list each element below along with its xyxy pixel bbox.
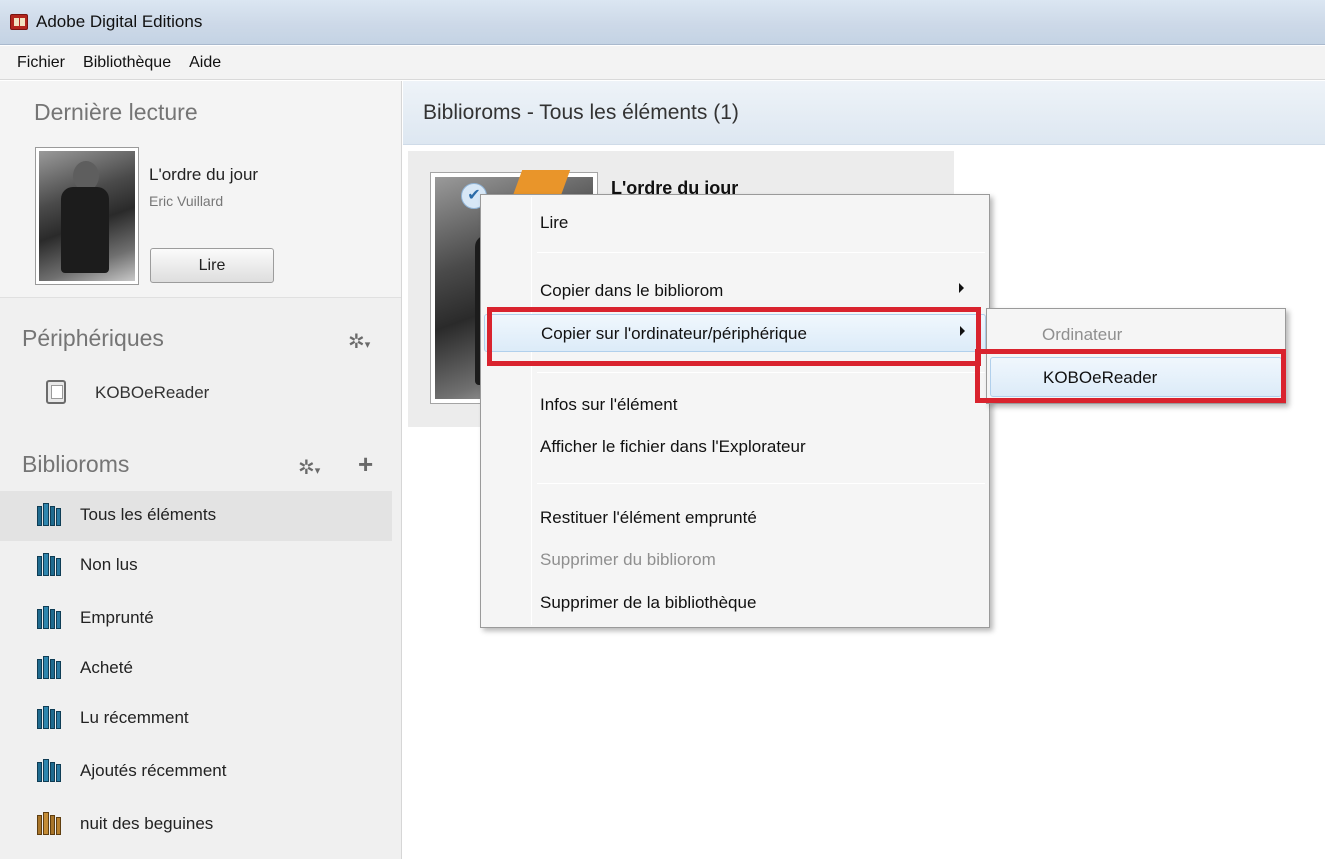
last-read-book-title: L'ordre du jour — [149, 165, 259, 184]
last-read-heading: Dernière lecture — [34, 99, 198, 125]
bookshelf-label: Acheté — [80, 658, 133, 677]
menu-item-copy-to-shelf[interactable]: Copier dans le bibliorom — [484, 272, 986, 310]
bookshelf-label: Tous les éléments — [80, 505, 217, 524]
sidebar: Dernière lecture L'ordre du jour Eric Vu… — [0, 81, 402, 859]
bookshelf-label: Emprunté — [80, 608, 154, 627]
last-read-book-author: Eric Vuillard — [149, 193, 224, 209]
bookshelf-item-non-lus[interactable]: Non lus — [0, 541, 392, 591]
menu-bibliotheque[interactable]: Bibliothèque — [74, 50, 180, 76]
menu-separator — [537, 483, 985, 484]
bookshelf-icon — [37, 606, 61, 629]
menu-item-return-borrowed[interactable]: Restituer l'élément emprunté — [484, 499, 986, 537]
bookshelf-item-ajoutes-recemment[interactable]: Ajoutés récemment — [0, 747, 392, 797]
bookshelf-brown-icon — [37, 812, 61, 835]
highlight-koboereader — [975, 349, 1286, 403]
bookshelf-label: nuit des beguines — [80, 814, 214, 833]
bookshelf-item-tous-les-elements[interactable]: Tous les éléments — [0, 491, 392, 541]
devices-heading: Périphériques — [22, 325, 164, 351]
bookshelves-gear-icon[interactable]: ✲▾ — [298, 455, 320, 480]
menu-separator — [537, 372, 985, 373]
bookshelf-item-emprunte[interactable]: Emprunté — [0, 594, 392, 644]
tablet-icon — [46, 380, 66, 404]
bookshelf-label: Non lus — [80, 555, 138, 574]
menu-aide[interactable]: Aide — [180, 50, 230, 76]
bookshelf-item-achete[interactable]: Acheté — [0, 644, 392, 694]
adobe-digital-editions-icon — [10, 14, 28, 30]
devices-gear-icon[interactable]: ✲▾ — [348, 329, 370, 354]
bookshelf-label: Lu récemment — [80, 708, 189, 727]
book-cover-image — [39, 151, 135, 281]
bookshelf-icon — [37, 759, 61, 782]
menu-item-remove-from-shelf: Supprimer du bibliorom — [540, 550, 716, 569]
menu-bar: Fichier Bibliothèque Aide — [0, 46, 1325, 80]
last-read-cover[interactable] — [35, 147, 139, 285]
bookshelf-icon — [37, 503, 61, 526]
bookshelf-label: Ajoutés récemment — [80, 761, 227, 780]
highlight-copy-to-device — [487, 307, 981, 366]
bookshelf-icon — [37, 553, 61, 576]
menu-fichier[interactable]: Fichier — [8, 50, 74, 76]
menu-item-show-in-explorer[interactable]: Afficher le fichier dans l'Explorateur — [484, 428, 986, 466]
bookshelves-heading: Biblioroms — [22, 451, 130, 477]
bookshelf-item-nuit-des-beguines[interactable]: nuit des beguines — [0, 800, 392, 850]
page-title: Biblioroms - Tous les éléments (1) — [423, 101, 739, 124]
menu-item-read[interactable]: Lire — [484, 204, 986, 242]
context-menu: Lire Copier dans le bibliorom Copier sur… — [480, 194, 990, 628]
window-title: Adobe Digital Editions — [36, 12, 203, 31]
bookshelf-icon — [37, 706, 61, 729]
bookshelf-item-lu-recemment[interactable]: Lu récemment — [0, 694, 392, 744]
menu-item-item-info[interactable]: Infos sur l'élément — [484, 386, 986, 424]
bookshelf-icon — [37, 656, 61, 679]
menu-item-remove-from-library[interactable]: Supprimer de la bibliothèque — [484, 584, 986, 622]
add-bookshelf-icon[interactable]: + — [358, 449, 373, 480]
title-bar: Adobe Digital Editions — [0, 0, 1325, 45]
device-item-koboereader[interactable]: KOBOeReader — [0, 375, 401, 417]
submenu-arrow-icon — [959, 283, 964, 293]
last-read-panel: Dernière lecture L'ordre du jour Eric Vu… — [0, 81, 401, 298]
menu-separator — [537, 252, 985, 253]
read-button[interactable]: Lire — [150, 248, 274, 283]
main-header: Biblioroms - Tous les éléments (1) — [403, 81, 1325, 145]
device-label: KOBOeReader — [95, 383, 210, 402]
